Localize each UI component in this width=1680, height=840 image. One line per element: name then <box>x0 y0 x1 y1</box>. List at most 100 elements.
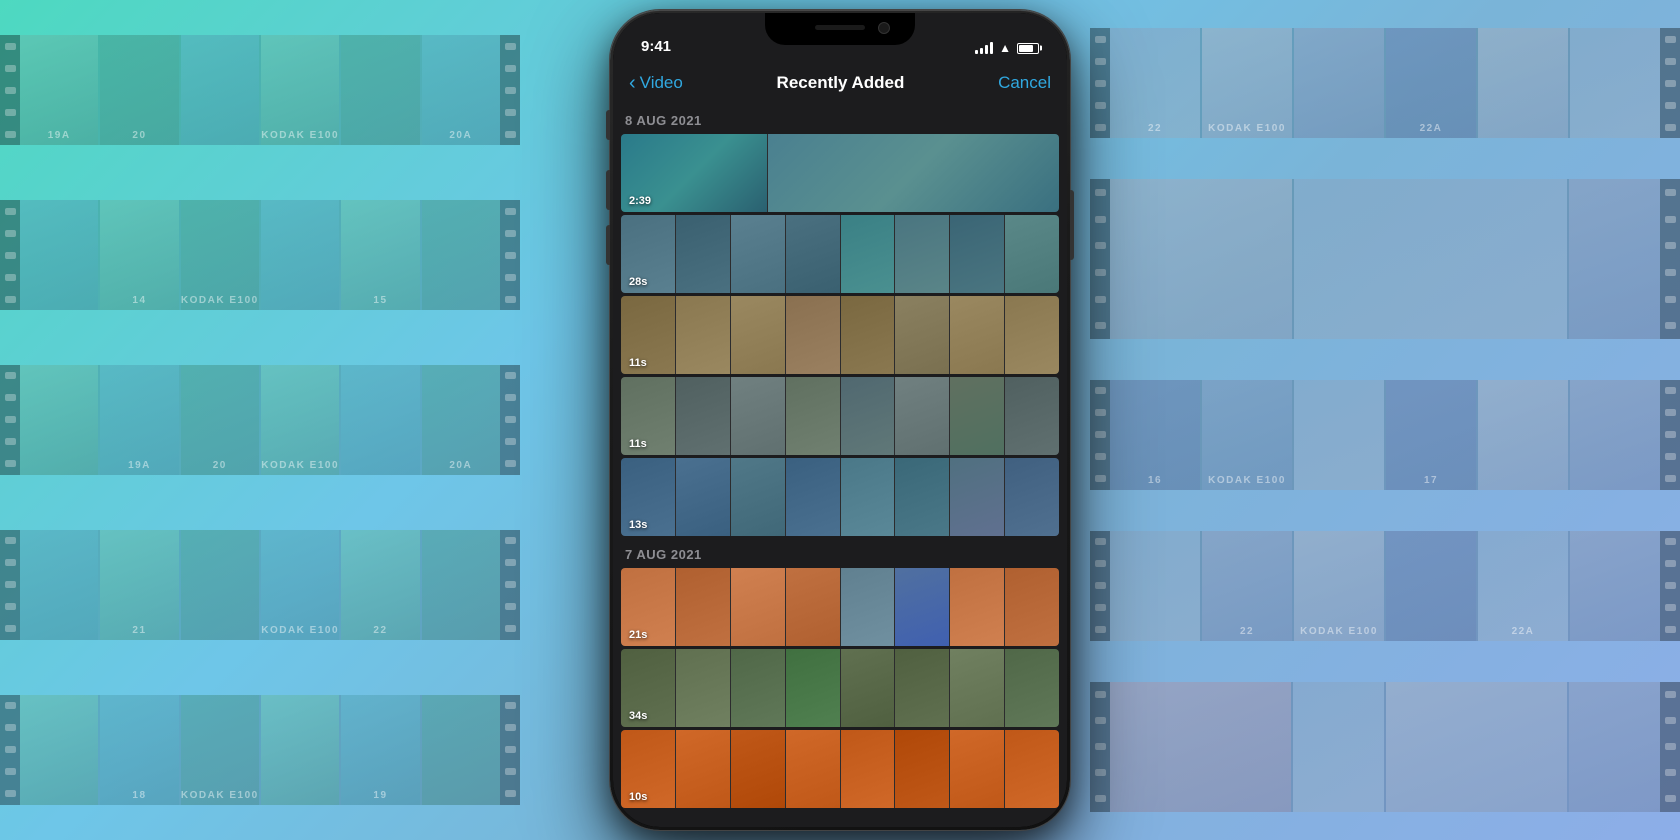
video-frame <box>895 568 949 646</box>
video-frame <box>841 458 895 536</box>
video-frame <box>950 458 1004 536</box>
video-row[interactable]: 13s <box>621 458 1059 536</box>
video-strip <box>621 458 1059 536</box>
video-row[interactable]: 28s <box>621 215 1059 293</box>
video-frame <box>841 377 895 455</box>
video-frame <box>895 296 949 374</box>
video-frame <box>950 296 1004 374</box>
video-strip <box>621 730 1059 808</box>
video-frame <box>950 649 1004 727</box>
video-duration: 28s <box>629 276 647 288</box>
volume-up-button <box>606 170 610 210</box>
back-button[interactable]: ‹ Video <box>629 73 683 93</box>
video-row[interactable]: 21s <box>621 568 1059 646</box>
film-band <box>1090 682 1680 812</box>
video-frame <box>786 649 840 727</box>
film-band: 21 KODAK E100 22 <box>0 530 520 640</box>
ios-screen: 9:41 ▲ <box>613 13 1067 827</box>
video-frame <box>731 296 785 374</box>
film-band: 18 KODAK E100 19 <box>0 695 520 805</box>
video-frame <box>1005 458 1059 536</box>
video-frame <box>786 458 840 536</box>
video-frame <box>731 568 785 646</box>
battery-fill <box>1019 45 1033 52</box>
video-frame <box>1005 296 1059 374</box>
video-row[interactable]: 11s <box>621 296 1059 374</box>
video-frame <box>731 649 785 727</box>
video-frame <box>786 730 840 808</box>
video-frame <box>786 296 840 374</box>
phone-screen: 9:41 ▲ <box>613 13 1067 827</box>
video-frame <box>895 649 949 727</box>
video-frame <box>1005 568 1059 646</box>
navigation-bar: ‹ Video Recently Added Cancel <box>613 61 1067 105</box>
video-row[interactable]: 10s <box>621 730 1059 808</box>
video-frame <box>841 296 895 374</box>
video-frame <box>1005 215 1059 293</box>
phone-mockup: 9:41 ▲ <box>610 10 1070 830</box>
video-frame <box>676 215 730 293</box>
video-frame <box>895 215 949 293</box>
video-frame <box>676 568 730 646</box>
chevron-left-icon: ‹ <box>629 73 636 93</box>
video-frame <box>676 296 730 374</box>
video-strip <box>621 215 1059 293</box>
video-frame <box>1005 649 1059 727</box>
status-icons: ▲ <box>975 41 1039 55</box>
video-frame <box>768 134 1059 212</box>
video-row[interactable]: 2:39 <box>621 134 1059 212</box>
status-time: 9:41 <box>641 38 671 55</box>
video-frame <box>676 458 730 536</box>
video-duration: 34s <box>629 710 647 722</box>
video-frame <box>1005 377 1059 455</box>
video-frame <box>676 377 730 455</box>
date-header-1: 8 AUG 2021 <box>621 105 1059 134</box>
video-duration: 11s <box>629 357 647 369</box>
video-frame <box>786 568 840 646</box>
video-frame <box>950 215 1004 293</box>
content-area: 8 AUG 2021 2:39 <box>613 105 1067 827</box>
front-camera <box>878 22 890 34</box>
video-frame <box>895 730 949 808</box>
video-strip <box>621 296 1059 374</box>
phone-outer-shell: 9:41 ▲ <box>610 10 1070 830</box>
volume-down-button <box>606 225 610 265</box>
video-strip <box>621 377 1059 455</box>
notch <box>765 13 915 45</box>
video-frame <box>841 730 895 808</box>
film-band: 19A 20 KODAK E100 20A <box>0 35 520 145</box>
video-frame <box>950 568 1004 646</box>
cancel-button[interactable]: Cancel <box>998 73 1051 93</box>
video-frame <box>1005 730 1059 808</box>
video-frame <box>731 377 785 455</box>
video-frame <box>841 568 895 646</box>
video-row[interactable]: 34s <box>621 649 1059 727</box>
film-band: 22 KODAK E100 22A <box>1090 28 1680 138</box>
left-film-strips: 19A 20 KODAK E100 20A 14 KODAK E100 15 <box>0 0 520 840</box>
page-title: Recently Added <box>777 73 905 93</box>
date-header-2: 7 AUG 2021 <box>621 539 1059 568</box>
video-frame <box>786 215 840 293</box>
video-frame <box>895 377 949 455</box>
video-duration: 10s <box>629 791 647 803</box>
video-duration: 11s <box>629 438 647 450</box>
video-frame <box>841 215 895 293</box>
video-strip <box>621 568 1059 646</box>
back-label: Video <box>640 73 683 93</box>
video-duration: 21s <box>629 629 647 641</box>
video-frame <box>841 649 895 727</box>
silent-switch <box>606 110 610 140</box>
video-frame <box>950 730 1004 808</box>
video-frame <box>676 730 730 808</box>
video-frame <box>731 215 785 293</box>
film-band: 22 KODAK E100 22A <box>1090 531 1680 641</box>
wifi-icon: ▲ <box>999 41 1011 55</box>
video-frame <box>731 730 785 808</box>
right-film-strips: 22 KODAK E100 22A 16 KODAK E <box>1090 0 1680 840</box>
battery-icon <box>1017 43 1039 54</box>
video-duration: 13s <box>629 519 647 531</box>
video-duration: 2:39 <box>629 195 651 207</box>
video-row[interactable]: 11s <box>621 377 1059 455</box>
film-band: 14 KODAK E100 15 <box>0 200 520 310</box>
video-strip <box>621 134 1059 212</box>
